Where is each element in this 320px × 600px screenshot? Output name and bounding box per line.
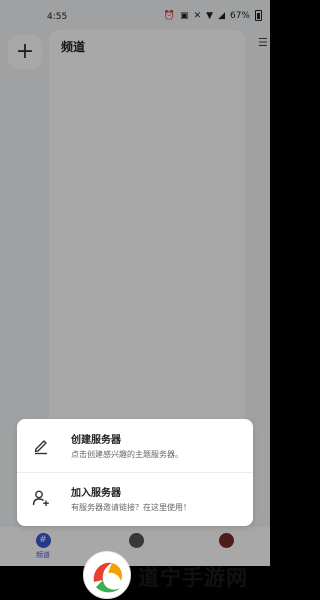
- add-user-icon: [32, 490, 49, 506]
- watermark-logo: [83, 551, 131, 599]
- watermark-text: 道宁手游网: [138, 566, 248, 590]
- create-server-desc: 点击创建感兴趣的主题服务器。: [71, 450, 183, 459]
- join-server-option[interactable]: 加入服务器 有服务器邀请链接？在这里使用！: [17, 473, 253, 525]
- join-server-title: 加入服务器: [71, 488, 121, 499]
- create-server-option[interactable]: 创建服务器 点击创建感兴趣的主题服务器。: [17, 420, 253, 472]
- app-screen: 4:55 ⏰ ▣ ✕ ▼ ◢ 67% + 频道 ☰ # 频道 创建服务器 点击创…: [0, 0, 270, 566]
- server-action-popup: 创建服务器 点击创建感兴趣的主题服务器。 加入服务器 有服务器邀请链接？在这里使…: [17, 419, 253, 526]
- create-server-title: 创建服务器: [71, 435, 121, 446]
- join-server-desc: 有服务器邀请链接？在这里使用！: [71, 503, 191, 512]
- watermark-logo-mark: [93, 562, 122, 593]
- pencil-icon: [34, 440, 47, 455]
